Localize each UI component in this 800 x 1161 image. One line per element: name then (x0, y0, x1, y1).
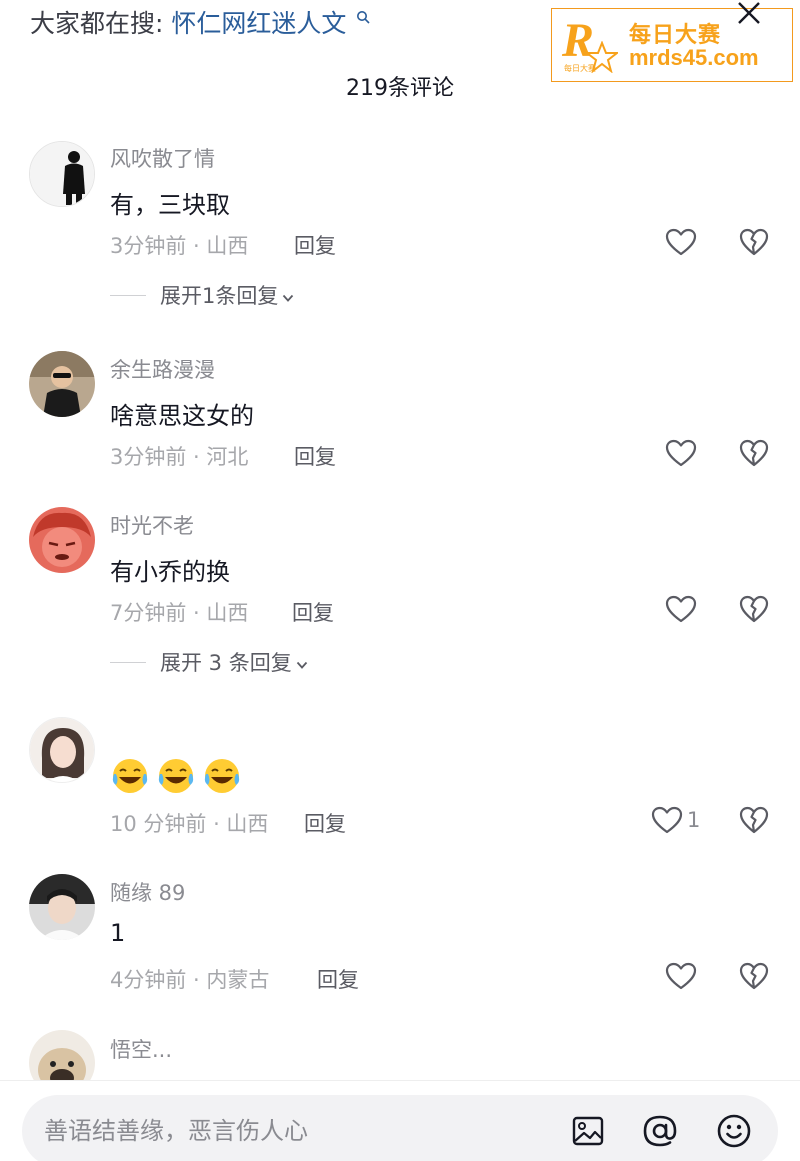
comment-username[interactable]: 时光不老 (110, 510, 194, 540)
comment-meta: 10 分钟前 · 山西 (110, 812, 269, 836)
heart-outline-icon[interactable] (664, 227, 698, 257)
avatar[interactable] (29, 141, 95, 207)
close-icon[interactable] (734, 0, 764, 26)
avatar[interactable] (29, 874, 95, 940)
laughing-crying-emoji (112, 759, 148, 793)
comment-input[interactable] (44, 1113, 524, 1149)
comment-emoji-row (110, 756, 248, 800)
comment-text: 有，三块取 (110, 191, 230, 219)
heart-outline-icon[interactable] (664, 438, 698, 468)
comment-input-bar (0, 1080, 800, 1161)
broken-heart-icon[interactable] (738, 594, 770, 624)
laughing-crying-emoji (204, 759, 240, 793)
expand-replies-button[interactable]: 展开 3 条回复 (110, 647, 308, 677)
expand-replies-label: 展开 3 条回复 (160, 651, 292, 675)
chevron-down-icon (283, 294, 294, 302)
heart-outline-icon[interactable] (650, 805, 684, 835)
watermark-url: mrds45.com (629, 45, 759, 70)
divider (110, 295, 146, 296)
broken-heart-icon[interactable] (738, 805, 770, 835)
comment-username[interactable]: 余生路漫漫 (110, 354, 215, 384)
comment-username[interactable]: 随缘 89 (110, 877, 185, 907)
broken-heart-icon[interactable] (738, 227, 770, 257)
search-icon (357, 11, 370, 24)
comment-input-wrapper (22, 1095, 778, 1161)
expand-replies-button[interactable]: 展开1条回复 (110, 280, 294, 310)
heart-outline-icon[interactable] (664, 961, 698, 991)
comment-text: 啥意思这女的 (110, 402, 254, 430)
comment-count: 219条评论 (346, 76, 454, 101)
smiley-icon[interactable] (716, 1113, 752, 1149)
broken-heart-icon[interactable] (738, 961, 770, 991)
reply-button[interactable]: 回复 (294, 441, 336, 471)
laughing-crying-emoji (158, 759, 194, 793)
top-bar: 大家都在搜: 怀仁网红迷人文 R 每日大赛 每日大赛 mrds45.com 21… (0, 0, 800, 120)
like-count: 1 (687, 808, 701, 832)
reply-button[interactable]: 回复 (292, 597, 334, 627)
search-suggestion[interactable]: 大家都在搜: 怀仁网红迷人文 (30, 4, 370, 40)
reply-button[interactable]: 回复 (317, 964, 359, 994)
search-keyword[interactable]: 怀仁网红迷人文 (171, 9, 346, 38)
search-prefix: 大家都在搜: (30, 9, 164, 38)
at-icon[interactable] (642, 1113, 678, 1149)
avatar[interactable] (29, 351, 95, 417)
heart-outline-icon[interactable] (664, 594, 698, 624)
comment-meta: 3分钟前 · 河北 (110, 445, 249, 469)
avatar[interactable] (29, 717, 95, 783)
broken-heart-icon[interactable] (738, 438, 770, 468)
comment-text: 1 (110, 919, 126, 947)
image-icon[interactable] (570, 1113, 606, 1149)
comment-username[interactable]: 风吹散了情 (110, 143, 215, 173)
comment-meta: 4分钟前 · 内蒙古 (110, 968, 270, 992)
expand-replies-label: 展开1条回复 (160, 284, 279, 308)
reply-button[interactable]: 回复 (294, 230, 336, 260)
chevron-down-icon (296, 661, 307, 669)
comment-text: 有小乔的换 (110, 558, 230, 586)
avatar[interactable] (29, 507, 95, 573)
comment-meta: 3分钟前 · 山西 (110, 234, 249, 258)
comment-username[interactable]: 悟空... (110, 1034, 172, 1064)
divider (110, 662, 146, 663)
comment-meta: 7分钟前 · 山西 (110, 601, 249, 625)
reply-button[interactable]: 回复 (304, 808, 346, 838)
